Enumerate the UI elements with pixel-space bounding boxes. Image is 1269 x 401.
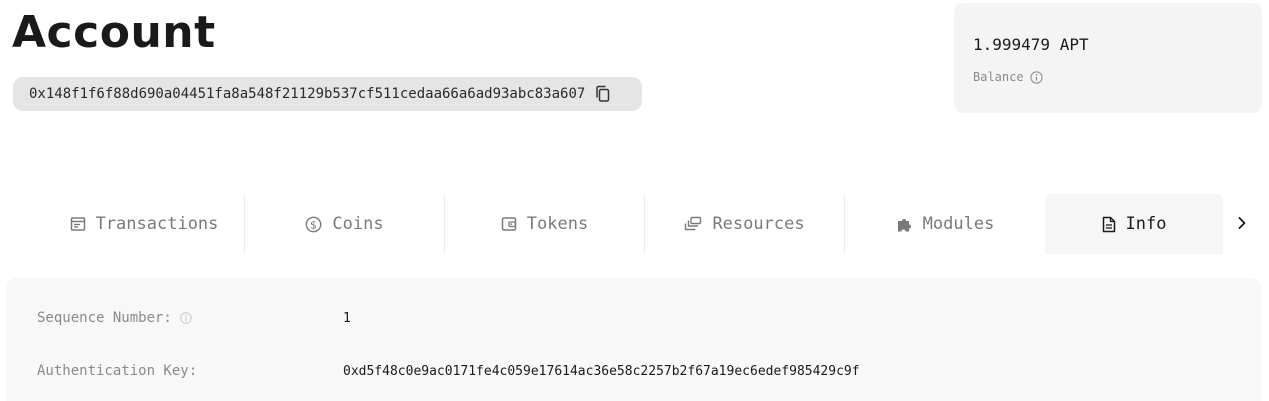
tab-label: Resources — [712, 214, 805, 234]
tab-label: Info — [1125, 214, 1167, 234]
balance-label: Balance — [973, 70, 1024, 84]
chevron-right-icon — [1237, 215, 1247, 234]
document-icon — [1102, 216, 1116, 233]
balance-card: 1.999479 APT Balance — [954, 3, 1262, 113]
authentication-key-value: 0xd5f48c0e9ac0171fe4c059e17614ac36e58c22… — [343, 363, 860, 379]
account-address: 0x148f1f6f88d690a04451fa8a548f21129b537c… — [13, 77, 642, 111]
authentication-key-row: Authentication Key: 0xd5f48c0e9ac0171fe4… — [37, 363, 860, 379]
tab-info[interactable]: Info — [1045, 194, 1223, 254]
tab-label: Modules — [922, 214, 995, 234]
copy-icon[interactable] — [595, 85, 611, 103]
layers-icon — [684, 216, 702, 232]
authentication-key-label: Authentication Key: — [37, 363, 198, 379]
list-icon — [70, 216, 86, 232]
tab-modules[interactable]: Modules — [845, 194, 1045, 254]
info-circle-icon[interactable] — [180, 312, 192, 324]
sequence-number-value: 1 — [343, 310, 351, 326]
info-panel: Sequence Number: 1 Authentication Key: 0… — [6, 278, 1261, 401]
balance-amount: 1.999479 APT — [973, 35, 1089, 54]
info-circle-icon[interactable] — [1029, 70, 1043, 84]
tab-label: Coins — [332, 214, 384, 234]
account-page: Account 0x148f1f6f88d690a04451fa8a548f21… — [0, 0, 1269, 401]
wallet-icon — [501, 216, 517, 232]
sequence-number-label: Sequence Number: — [37, 310, 172, 326]
tab-resources[interactable]: Resources — [645, 194, 845, 254]
tabs-scroll-right-button[interactable] — [1228, 210, 1256, 238]
page-title: Account — [12, 7, 216, 58]
authentication-key-label-wrap: Authentication Key: — [37, 363, 343, 379]
tab-transactions[interactable]: Transactions — [44, 194, 245, 254]
sequence-number-row: Sequence Number: 1 — [37, 310, 351, 326]
sequence-number-label-wrap: Sequence Number: — [37, 310, 343, 326]
tab-label: Transactions — [95, 214, 219, 234]
dollar-circle-icon: $ — [305, 216, 322, 233]
account-tabs: Transactions $ Coins Tokens Resources Mo… — [44, 194, 1223, 254]
puzzle-icon — [896, 216, 913, 233]
balance-label-wrap: Balance — [973, 70, 1043, 84]
account-address-text: 0x148f1f6f88d690a04451fa8a548f21129b537c… — [29, 86, 586, 102]
tab-tokens[interactable]: Tokens — [445, 194, 645, 254]
svg-text:$: $ — [311, 219, 318, 231]
tab-label: Tokens — [526, 214, 589, 234]
tab-coins[interactable]: $ Coins — [245, 194, 445, 254]
